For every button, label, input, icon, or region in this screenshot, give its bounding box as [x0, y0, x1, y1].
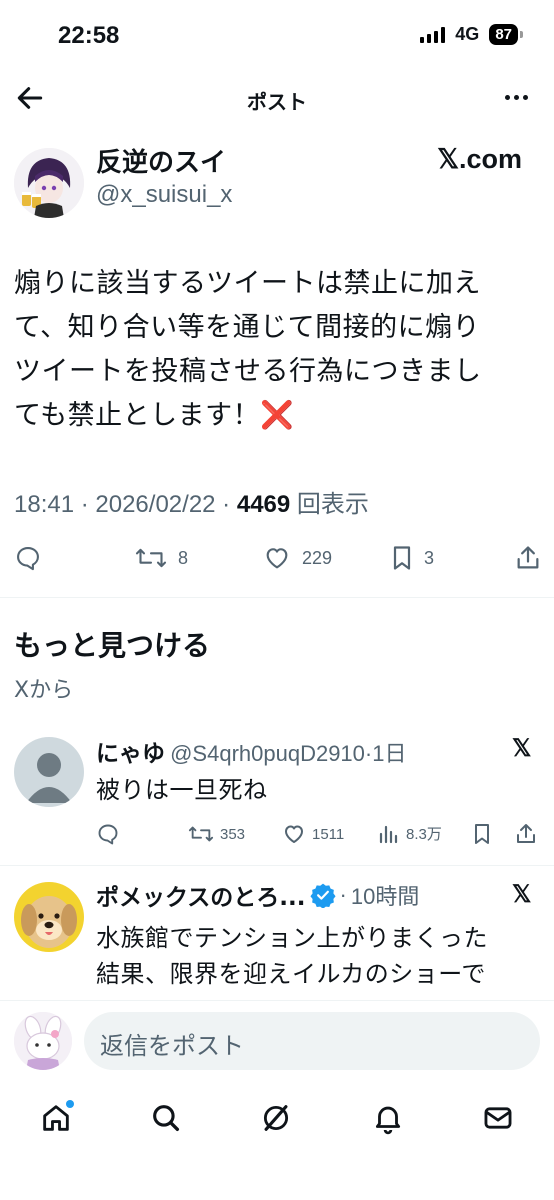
view-count: 4469 [236, 491, 291, 518]
status-time: 22:58 [58, 22, 120, 49]
reply-text-line: 結果、限界を迎えイルカのショーで [96, 960, 486, 988]
notification-dot [66, 1100, 74, 1108]
author-avatar[interactable] [14, 148, 84, 218]
signal-icon [420, 26, 446, 43]
reply-views-button[interactable]: 8.3万 [378, 822, 442, 844]
page-title: ポスト [247, 90, 307, 114]
tweet-text: 煽りに該当するツイートは禁止に加え て、知り合い等を通じて間接的に煽り ツイート… [14, 262, 540, 438]
retweet-button[interactable]: 8 [134, 544, 188, 572]
bookmark-icon [475, 824, 489, 844]
reply-author-name[interactable]: にゃゆ [96, 741, 165, 767]
reply-separator: · [339, 882, 347, 907]
reply-author-handle[interactable]: @S4qrh0puqD2910 [170, 741, 365, 766]
bookmark-count: 3 [424, 547, 435, 568]
reply-time: 10時間 [350, 884, 420, 909]
share-button[interactable] [514, 544, 542, 572]
author-handle[interactable]: @x_suisui_x [96, 181, 232, 209]
reply-view-count: 8.3万 [406, 825, 442, 843]
my-avatar[interactable] [14, 1012, 72, 1070]
search-icon [153, 1105, 180, 1132]
reply-time: 1日 [372, 741, 407, 766]
like-count: 229 [302, 547, 333, 568]
reply-share-button[interactable] [514, 822, 538, 846]
tweet-text-line: 煽りに該当するツイートは禁止に加え [14, 268, 481, 299]
tweet-date: 2026/02/22 [95, 491, 216, 518]
reply-header: ポメックスのとろ... · 10時間 [96, 878, 419, 912]
bell-icon [375, 1106, 401, 1135]
like-button[interactable]: 229 [262, 544, 332, 572]
tab-messages[interactable] [478, 1098, 518, 1138]
battery-icon: 87 [489, 24, 523, 45]
views-chart-icon [379, 825, 398, 844]
reply-button[interactable] [14, 544, 42, 572]
retweet-icon [135, 548, 167, 568]
reply-author-name[interactable]: ポメックスのとろ... [96, 878, 306, 912]
reply-text-line: 水族館でテンション上がりまくった [96, 924, 488, 952]
grok-icon [263, 1105, 289, 1131]
reply-icon [17, 547, 39, 571]
x-logo-icon[interactable]: 𝕏 [512, 734, 531, 763]
verified-badge-icon [309, 883, 336, 908]
bookmark-button[interactable]: 3 [390, 544, 434, 572]
reply-header: にゃゆ @S4qrh0puqD2910·1日 [96, 734, 406, 768]
reply-icon [98, 824, 118, 845]
divider [0, 865, 554, 866]
retweet-icon [188, 826, 214, 842]
reply-like-count: 1511 [312, 825, 345, 843]
view-label: 回表示 [296, 491, 369, 518]
tab-grok[interactable] [256, 1098, 296, 1138]
mail-icon [484, 1107, 512, 1129]
reply-input-placeholder: 返信をポスト [100, 1032, 244, 1060]
author-name[interactable]: 反逆のスイ [96, 142, 226, 179]
share-icon [517, 546, 539, 569]
reply-retweet-button[interactable]: 353 [188, 822, 245, 846]
tweet-text-line: ても禁止とします！❌ [14, 400, 295, 431]
tab-home[interactable] [36, 1098, 76, 1138]
more-options-icon[interactable] [505, 95, 528, 100]
bookmark-icon [393, 546, 411, 570]
x-logo-icon[interactable]: 𝕏 [512, 880, 531, 909]
reply-text: 水族館でテンション上がりまくった 結果、限界を迎えイルカのショーで [96, 920, 546, 1000]
discover-title: もっと見つける [14, 629, 211, 662]
discover-subtitle: Xから [14, 678, 74, 703]
share-icon [517, 824, 535, 843]
cross-mark-emoji: ❌ [260, 400, 295, 431]
tweet-text-line: ツイートを投稿させる行為につきまし [14, 356, 482, 387]
reply-bookmark-button[interactable] [472, 822, 492, 846]
reply-like-button[interactable]: 1511 [282, 822, 344, 846]
network-type: 4G [455, 24, 480, 44]
tweet-text-line: て、知り合い等を通じて間接的に煽り [14, 312, 481, 343]
reply-avatar-default[interactable] [14, 737, 84, 807]
tweet-time: 18:41 [14, 491, 75, 518]
reply-retweet-count: 353 [220, 825, 246, 843]
status-indicators: 4G 87 [420, 24, 523, 45]
heart-icon [285, 825, 303, 843]
reply-reply-button[interactable] [96, 822, 126, 846]
retweet-count: 8 [178, 547, 189, 568]
reply-text: 被りは一旦死ね [96, 776, 268, 804]
divider [0, 597, 554, 598]
reply-avatar-dog[interactable] [14, 882, 84, 952]
heart-icon [266, 548, 288, 569]
tweet-meta: 18:41 · 2026/02/22 · 4469 回表示 [14, 491, 369, 518]
tab-search[interactable] [146, 1098, 186, 1138]
tab-notifications[interactable] [368, 1098, 408, 1138]
profile-link[interactable]: 𝕏.com [437, 144, 522, 175]
